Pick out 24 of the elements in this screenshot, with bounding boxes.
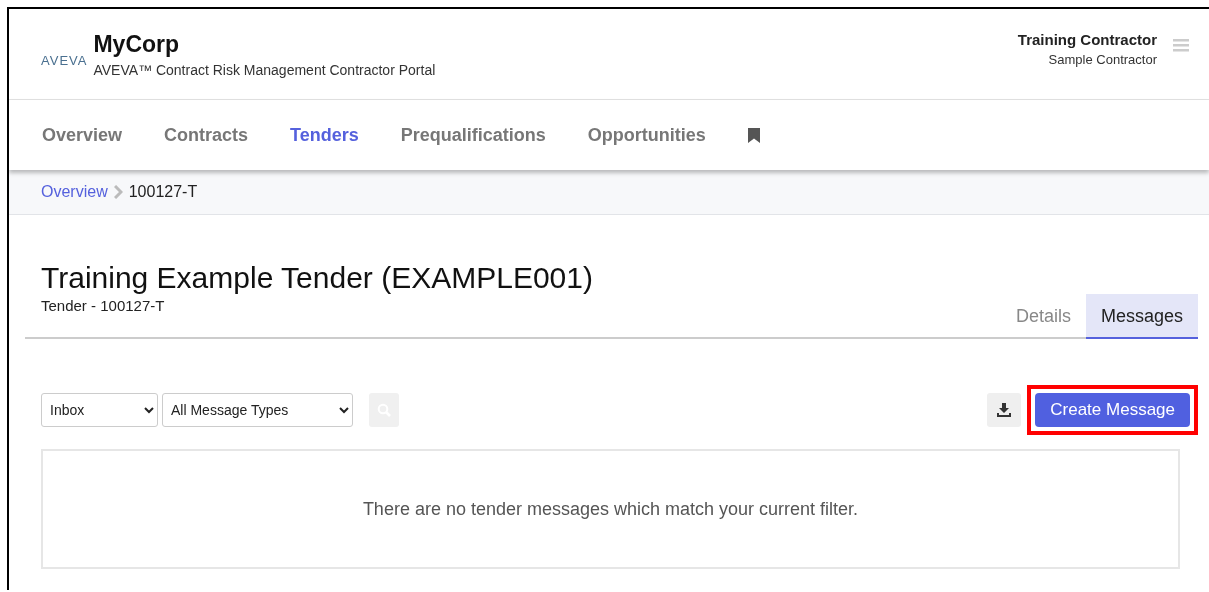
filter-dropdown[interactable]: All Message Types [162,393,353,427]
nav-tab[interactable]: Tenders [290,124,359,146]
tab[interactable]: Details [1000,294,1086,339]
chevron-icon [113,185,123,199]
page-subtitle: Tender - 100127-T [41,297,166,314]
breadcrumb-link[interactable]: Overview [41,183,108,201]
portal-subtitle: AVEVA™ Contract Risk Management Contractor Portal [93,61,436,78]
empty-message: There are no tender messages which match your current filter. [362,498,859,520]
download-icon [997,403,1012,417]
filter-dropdown[interactable]: Inbox [41,393,158,427]
user-organization: Sample Contractor [1048,52,1157,67]
logo: AVEVA [41,52,88,68]
create-message-button[interactable]: Create Message [1035,393,1190,427]
user-name[interactable]: Training Contractor [1017,31,1157,48]
tab[interactable]: Messages [1085,294,1198,339]
nav-tab[interactable]: Opportunities [587,124,706,146]
nav-tab[interactable]: Prequalifications [400,124,546,146]
breadcrumb-current: 100127-T [128,183,198,201]
nav-tab[interactable]: Overview [42,124,123,146]
page-title: Training Example Tender (EXAMPLE001) [41,261,594,295]
company-name: MyCorp [93,30,181,58]
download-button[interactable] [987,393,1022,427]
bookmark-icon[interactable] [747,127,760,143]
nav-tab[interactable]: Contracts [164,124,249,146]
